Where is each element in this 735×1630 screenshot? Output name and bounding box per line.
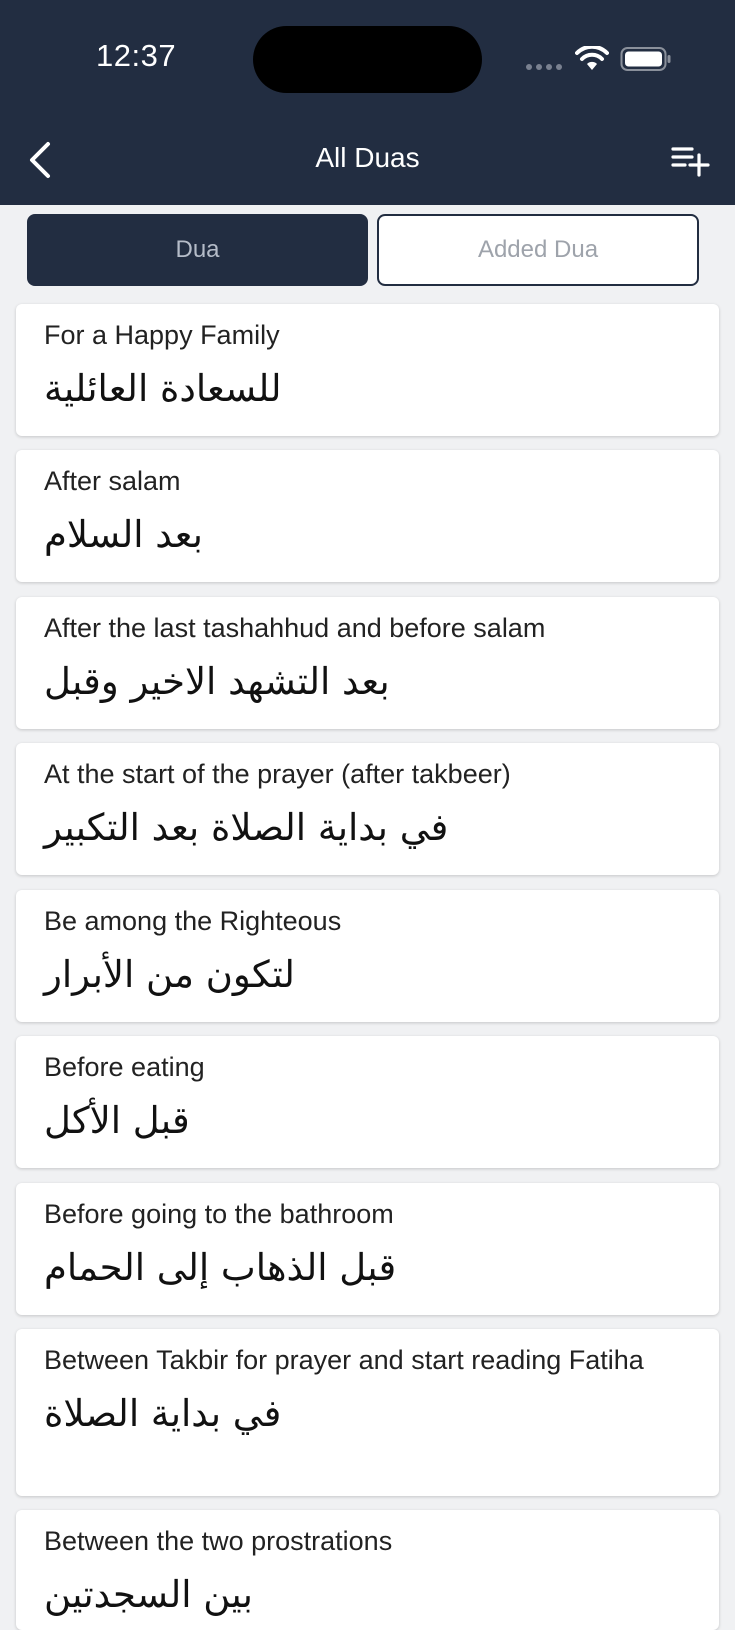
dua-arabic: في بداية الصلاة بعد التكبير [44, 806, 449, 849]
dua-card[interactable]: After the last tashahhud and before sala… [16, 597, 719, 729]
dua-title: After the last tashahhud and before sala… [44, 613, 546, 643]
dua-arabic: بين السجدتين [44, 1573, 253, 1616]
dua-card[interactable]: After salam بعد السلام [16, 450, 719, 582]
dua-arabic: بعد السلام [44, 513, 203, 556]
dua-title: Between Takbir for prayer and start read… [44, 1345, 644, 1375]
battery-icon [620, 47, 671, 71]
dua-title: Be among the Righteous [44, 906, 342, 936]
dua-card[interactable]: Be among the Righteous لتكون من الأبرار [16, 890, 719, 1022]
dua-arabic: بعد التشهد الاخير وقبل [44, 660, 390, 703]
dua-title: Between the two prostrations [44, 1526, 393, 1556]
header-bar: 12:37 All Duas [0, 0, 735, 205]
dua-title: Before going to the bathroom [44, 1199, 394, 1229]
dua-arabic: للسعادة العائلية [44, 367, 282, 410]
playlist-add-icon[interactable] [670, 143, 710, 177]
dua-title: Before eating [44, 1052, 205, 1082]
status-time: 12:37 [96, 38, 177, 73]
dua-arabic: لتكون من الأبرار [44, 953, 295, 996]
dua-card[interactable]: Before going to the bathroom قبل الذهاب … [16, 1183, 719, 1315]
dua-card[interactable]: At the start of the prayer (after takbee… [16, 743, 719, 875]
dynamic-island [253, 26, 482, 93]
dua-title: At the start of the prayer (after takbee… [44, 759, 511, 789]
dua-title: For a Happy Family [44, 320, 280, 350]
dua-arabic: في بداية الصلاة [44, 1392, 282, 1435]
wifi-icon [575, 46, 609, 70]
tab-added-dua[interactable]: Added Dua [377, 214, 699, 286]
dua-title: After salam [44, 466, 181, 496]
dua-card[interactable]: Between the two prostrations بين السجدتي… [16, 1510, 719, 1630]
cellular-signal-icon [526, 64, 562, 70]
dua-card[interactable]: Before eating قبل الأكل [16, 1036, 719, 1168]
dua-arabic: قبل الذهاب إلى الحمام [44, 1246, 397, 1289]
dua-arabic: قبل الأكل [44, 1099, 190, 1142]
dua-card[interactable]: For a Happy Family للسعادة العائلية [16, 304, 719, 436]
page-title: All Duas [315, 142, 420, 173]
tab-dua[interactable]: Dua [27, 214, 368, 286]
segmented-tabs: Dua Added Dua [27, 214, 699, 287]
dua-card[interactable]: Between Takbir for prayer and start read… [16, 1329, 719, 1496]
